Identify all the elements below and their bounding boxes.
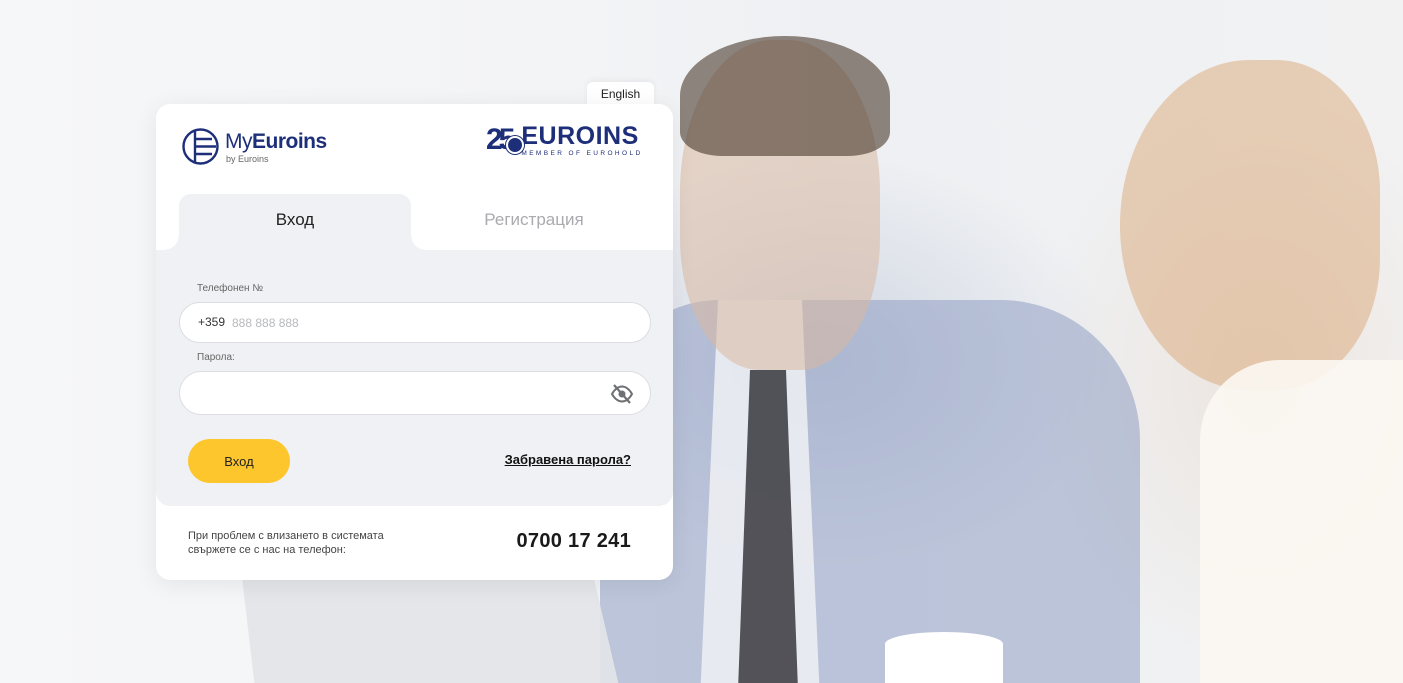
password-label: Парола: [197, 352, 235, 363]
background-woman-head [1120, 60, 1380, 390]
login-button[interactable]: Вход [188, 439, 290, 483]
phone-field: +359 [179, 302, 651, 343]
password-input[interactable] [198, 383, 598, 403]
background-coffee-cup [885, 632, 1003, 683]
eye-off-icon[interactable] [610, 383, 634, 405]
myeuroins-logo-icon [182, 128, 219, 165]
phone-label: Телефонен № [197, 283, 264, 294]
login-form: Телефонен № +359 Парола: Вход Забравена … [156, 250, 673, 506]
tab-register[interactable]: Регистрация [411, 194, 657, 250]
tab-login[interactable]: Вход [165, 194, 425, 250]
phone-input[interactable] [232, 313, 612, 333]
myeuroins-logo: MyEuroins by Euroins [182, 128, 327, 165]
euroins-name: EUROINS [521, 122, 639, 150]
forgot-password-link[interactable]: Забравена парола? [505, 452, 631, 467]
euroins-logo: 25 EUROINS MEMBER OF EUROHOLD [486, 122, 643, 158]
euroins-member-text: MEMBER OF EUROHOLD [521, 150, 643, 157]
myeuroins-brand: MyEuroins [225, 130, 327, 153]
background-man-hair [680, 36, 890, 156]
euroins-globe-icon [506, 136, 524, 154]
login-card: MyEuroins by Euroins 25 EUROINS MEMBER O… [156, 104, 673, 580]
euroins-anniversary-number: 25 [486, 122, 524, 158]
myeuroins-subtitle: by Euroins [226, 154, 269, 164]
phone-prefix: +359 [198, 315, 226, 329]
background-man-suit [600, 300, 1140, 683]
background-woman-body [1200, 360, 1403, 683]
support-phone[interactable]: 0700 17 241 [516, 530, 631, 553]
auth-tabs: Вход Регистрация [156, 194, 673, 250]
help-text: При проблем с влизането в системата свър… [188, 530, 384, 556]
card-header: MyEuroins by Euroins 25 EUROINS MEMBER O… [156, 104, 673, 194]
password-field [179, 371, 651, 415]
